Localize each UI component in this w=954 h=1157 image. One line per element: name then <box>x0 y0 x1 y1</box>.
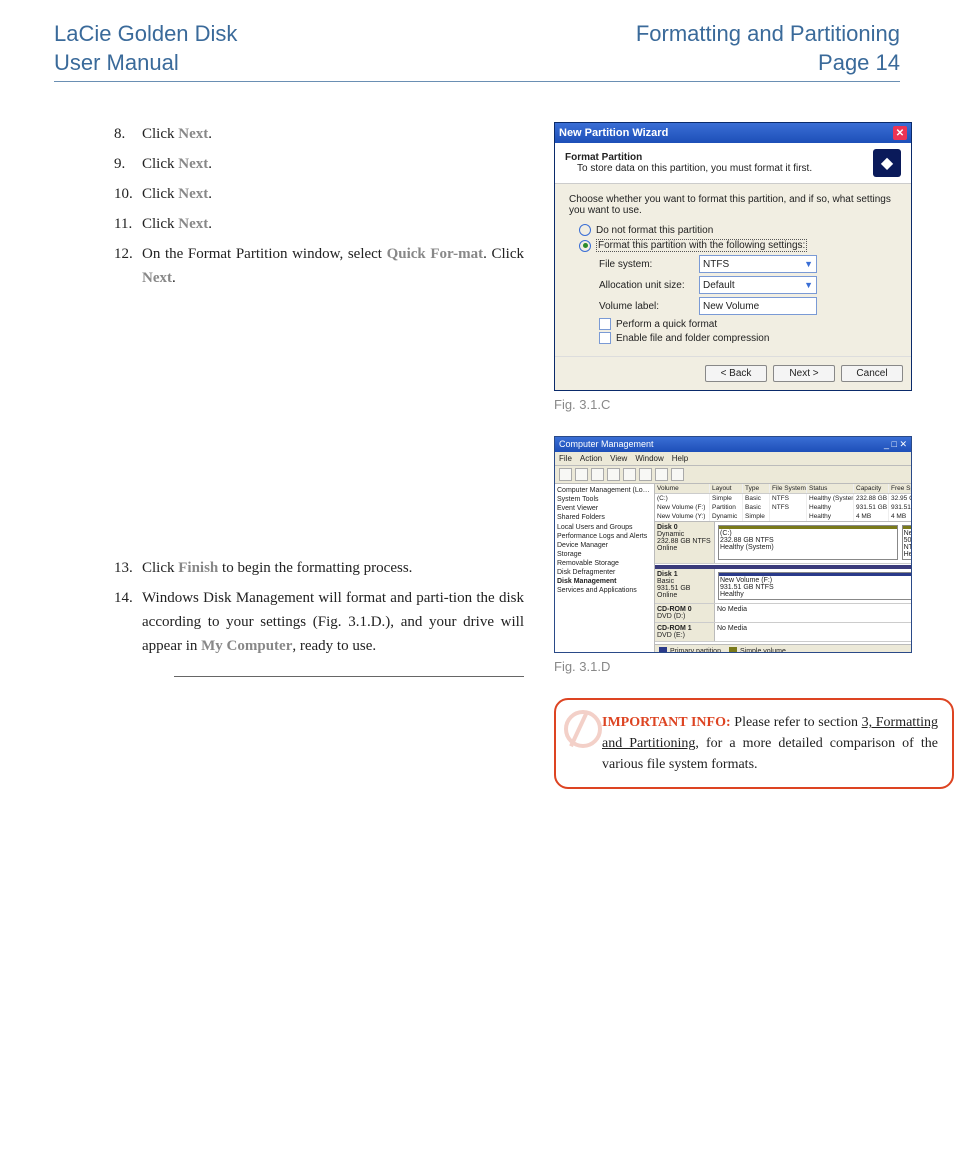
term-next: Next <box>178 156 208 172</box>
label-volume-label: Volume label: <box>599 301 699 312</box>
toolbar[interactable] <box>555 466 911 484</box>
step-number: 8. <box>114 122 142 146</box>
step-9: 9. Click Next. <box>114 152 524 176</box>
dialog-prompt: Choose whether you want to format this p… <box>569 194 897 216</box>
close-icon[interactable]: ✕ <box>893 126 907 140</box>
chevron-down-icon: ▼ <box>804 280 813 290</box>
page-number: Page 14 <box>818 49 900 78</box>
step-number: 14. <box>114 586 142 658</box>
menu-bar[interactable]: File Action View Window Help <box>555 452 911 466</box>
page-header: LaCie Golden Disk User Manual Formatting… <box>54 20 900 82</box>
checkbox-compression[interactable]: Enable file and folder compression <box>599 332 897 344</box>
steps-list: 8. Click Next. 9. Click Next. 10. Click … <box>54 122 524 789</box>
input-volume-label[interactable]: New Volume <box>699 297 817 315</box>
alert-icon <box>564 710 602 748</box>
disk-row[interactable]: CD-ROM 0DVD (D:) No Media <box>655 604 912 623</box>
step-number: 13. <box>114 556 142 580</box>
radio-icon <box>579 240 591 252</box>
checkbox-icon <box>599 318 611 330</box>
label-file-system: File system: <box>599 259 699 270</box>
step-number: 12. <box>114 242 142 290</box>
step-12: 12. On the Format Partition window, sele… <box>114 242 524 290</box>
doc-type: User Manual <box>54 49 237 78</box>
step-8: 8. Click Next. <box>114 122 524 146</box>
checkbox-icon <box>599 332 611 344</box>
radio-no-format[interactable]: Do not format this partition <box>579 224 897 236</box>
window-titlebar: Computer Management _ □ ✕ <box>555 437 911 452</box>
checkbox-quick-format[interactable]: Perform a quick format <box>599 318 897 330</box>
term-next: Next <box>178 216 208 232</box>
select-allocation-unit[interactable]: Default▼ <box>699 276 817 294</box>
term-my-computer: My Computer <box>201 638 292 654</box>
select-file-system[interactable]: NTFS▼ <box>699 255 817 273</box>
dialog-titlebar: New Partition Wizard ✕ <box>555 123 911 143</box>
term-next: Next <box>142 270 172 286</box>
figure-c-caption: Fig. 3.1.C <box>554 397 954 412</box>
section-divider <box>174 676 524 677</box>
step-10: 10. Click Next. <box>114 182 524 206</box>
step-number: 10. <box>114 182 142 206</box>
radio-format-settings[interactable]: Format this partition with the following… <box>579 239 897 252</box>
chevron-down-icon: ▼ <box>804 259 813 269</box>
radio-icon <box>579 224 591 236</box>
back-button[interactable]: < Back <box>705 365 767 382</box>
term-next: Next <box>178 186 208 202</box>
term-next: Next <box>178 126 208 142</box>
table-row[interactable]: (C:)SimpleBasicNTFSHealthy (System)232.8… <box>655 494 912 503</box>
cancel-button[interactable]: Cancel <box>841 365 903 382</box>
important-label: IMPORTANT INFO: <box>602 715 731 730</box>
section-title: Formatting and Partitioning <box>636 20 900 49</box>
partition-icon: ◆ <box>873 149 901 177</box>
table-row[interactable]: New Volume (F:)PartitionBasicNTFSHealthy… <box>655 503 912 512</box>
nav-tree[interactable]: Computer Management (Local) System Tools… <box>555 484 655 653</box>
term-quick-format: Quick For-mat <box>387 246 484 262</box>
term-finish: Finish <box>178 560 218 576</box>
label-allocation-unit: Allocation unit size: <box>599 280 699 291</box>
step-14: 14. Windows Disk Management will format … <box>114 586 524 658</box>
disk-row[interactable]: CD-ROM 1DVD (E:) No Media <box>655 623 912 642</box>
figure-d-caption: Fig. 3.1.D <box>554 659 954 674</box>
dialog-title-text: New Partition Wizard <box>559 127 668 139</box>
figure-31d-window: Computer Management _ □ ✕ File Action Vi… <box>554 436 912 653</box>
disk-legend: Primary partition Simple volume <box>655 644 912 653</box>
disk-row[interactable]: Disk 0Dynamic 232.88 GB NTFS Online (C:)… <box>655 522 912 564</box>
step-number: 9. <box>114 152 142 176</box>
important-info-box: IMPORTANT INFO: Please refer to section … <box>554 698 954 789</box>
disk-map: Disk 0Dynamic 232.88 GB NTFS Online (C:)… <box>655 522 912 644</box>
product-name: LaCie Golden Disk <box>54 20 237 49</box>
step-13: 13. Click Finish to begin the formatting… <box>114 556 524 580</box>
step-number: 11. <box>114 212 142 236</box>
table-row[interactable]: New Volume (Y:)DynamicSimpleHealthy4 MB4… <box>655 512 912 521</box>
volume-table: Volume Layout Type File System Status Ca… <box>655 484 912 522</box>
dialog-heading: Format Partition <box>565 152 812 163</box>
next-button[interactable]: Next > <box>773 365 835 382</box>
dialog-subheading: To store data on this partition, you mus… <box>565 163 812 174</box>
step-11: 11. Click Next. <box>114 212 524 236</box>
figure-31c-dialog: New Partition Wizard ✕ Format Partition … <box>554 122 912 391</box>
disk-row[interactable]: Disk 1Basic 931.51 GB Online New Volume … <box>655 569 912 604</box>
